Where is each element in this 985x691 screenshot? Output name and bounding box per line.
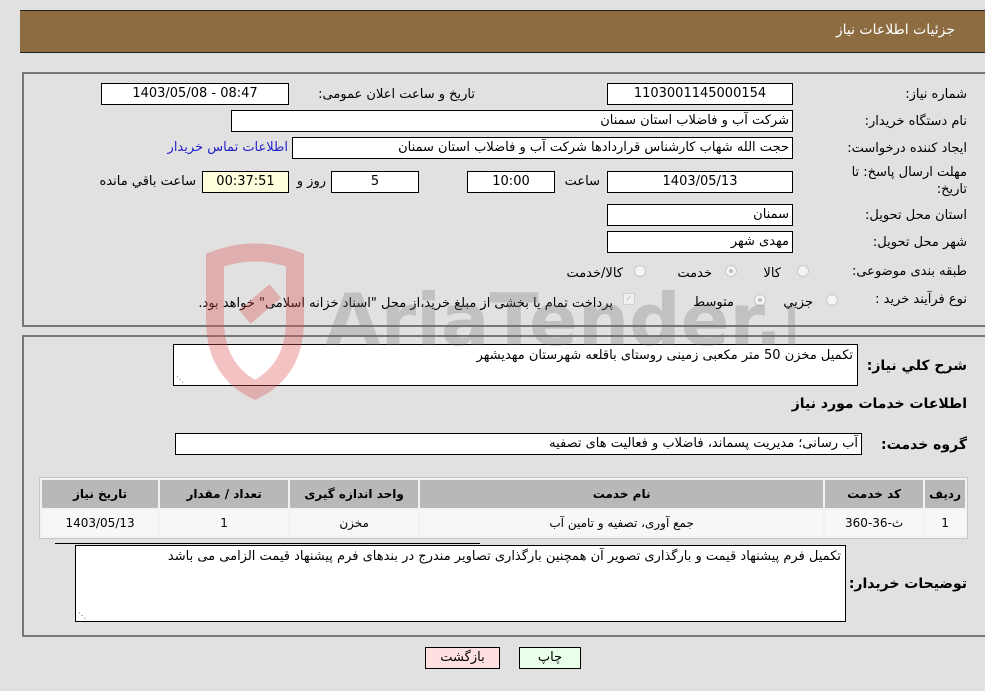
category-option-goods: کالا [763, 266, 781, 281]
category-radio-service[interactable] [725, 265, 737, 277]
treasury-checkbox[interactable]: ✓ [623, 293, 635, 305]
process-option-medium: متوسط [693, 295, 734, 310]
buyer-contact-link[interactable]: اطلاعات تماس خریدار [168, 140, 288, 155]
city-label: شهر محل تحویل: [872, 235, 967, 250]
need-number-field[interactable]: 1103001145000154 [607, 83, 793, 105]
creator-label: ایجاد کننده درخواست: [847, 141, 967, 156]
resize-handle-icon[interactable]: ⋰ [176, 376, 184, 384]
page-header: جزئیات اطلاعات نیاز [20, 10, 985, 53]
resize-handle-icon[interactable]: ⋰ [78, 612, 86, 620]
announce-label: تاریخ و ساعت اعلان عمومی: [318, 87, 475, 102]
buyer-org-label: نام دستگاه خریدار: [864, 114, 967, 129]
days-label: روز و [296, 174, 326, 189]
category-radio-goods[interactable] [797, 265, 809, 277]
province-label: استان محل تحویل: [865, 208, 967, 223]
description-text: تکمیل مخزن 50 متر مکعبی زمینی روستای باق… [476, 348, 853, 363]
process-radio-minor[interactable] [826, 294, 838, 306]
services-table: ردیف کد خدمت نام خدمت واحد اندازه گیری ت… [39, 477, 968, 539]
category-radio-goods-service[interactable] [634, 265, 646, 277]
cell-row-number: 1 [925, 510, 965, 536]
deadline-time-field[interactable]: 10:00 [467, 171, 555, 193]
col-header-service-code: کد خدمت [825, 480, 924, 508]
need-number-label: شماره نیاز: [905, 87, 967, 102]
deadline-label: مهلت ارسال پاسخ: تا تاریخ: [851, 165, 967, 197]
col-header-service-name: نام خدمت [420, 480, 824, 508]
page-title: جزئیات اطلاعات نیاز [835, 22, 955, 38]
cell-need-date: 1403/05/13 [42, 510, 159, 536]
table-header-row: ردیف کد خدمت نام خدمت واحد اندازه گیری ت… [42, 480, 965, 508]
cell-unit: مخزن [290, 510, 419, 536]
description-label: شرح کلي نیاز: [866, 358, 967, 374]
print-button[interactable]: چاپ [519, 647, 581, 669]
announce-datetime-field[interactable]: 1403/05/08 - 08:47 [101, 83, 289, 105]
cell-service-code: ث-36-360 [825, 510, 924, 536]
divider [55, 543, 480, 544]
service-group-label: گروه خدمت: [881, 437, 967, 453]
deadline-time-label: ساعت [564, 174, 600, 189]
category-label: طبقه بندی موضوعی: [851, 264, 967, 279]
col-header-need-date: تاریخ نیاز [42, 480, 159, 508]
table-row: 1 ث-36-360 جمع آوری، تصفیه و تامین آب مخ… [42, 510, 965, 536]
service-group-field[interactable]: آب رسانی؛ مدیریت پسماند، فاضلاب و فعالیت… [175, 433, 862, 455]
services-heading: اطلاعات خدمات مورد نیاز [791, 396, 967, 412]
remaining-time-label: ساعت باقي مانده [99, 174, 196, 189]
col-header-unit: واحد اندازه گیری [290, 480, 419, 508]
buyer-notes-label: توضیحات خریدار: [848, 576, 967, 592]
description-textarea[interactable]: تکمیل مخزن 50 متر مکعبی زمینی روستای باق… [173, 344, 858, 386]
process-radio-medium[interactable] [754, 294, 766, 306]
days-remaining-field[interactable]: 5 [331, 171, 419, 193]
process-label: نوع فرآیند خرید : [875, 292, 967, 307]
category-option-service: خدمت [677, 266, 712, 281]
buyer-notes-text: تکمیل فرم پیشنهاد قیمت و بارگذاری تصویر … [167, 549, 841, 564]
category-option-goods-service: کالا/خدمت [566, 266, 623, 281]
deadline-date-field[interactable]: 1403/05/13 [607, 171, 793, 193]
treasury-note: پرداخت تمام یا بخشی از مبلغ خرید،از محل … [198, 296, 613, 311]
cell-quantity: 1 [160, 510, 289, 536]
cell-service-name: جمع آوری، تصفیه و تامین آب [420, 510, 824, 536]
back-button[interactable]: بازگشت [425, 647, 500, 669]
city-field[interactable]: مهدی شهر [607, 231, 793, 253]
creator-field[interactable]: حجت الله شهاب کارشناس قراردادها شرکت آب … [292, 137, 793, 159]
process-option-minor: جزيي [783, 295, 813, 310]
col-header-quantity: تعداد / مقدار [160, 480, 289, 508]
remaining-time-field: 00:37:51 [202, 171, 289, 193]
buyer-org-field[interactable]: شرکت آب و فاضلاب استان سمنان [231, 110, 793, 132]
province-field[interactable]: سمنان [607, 204, 793, 226]
col-header-row-number: ردیف [925, 480, 965, 508]
buyer-notes-textarea[interactable]: تکمیل فرم پیشنهاد قیمت و بارگذاری تصویر … [75, 545, 846, 622]
